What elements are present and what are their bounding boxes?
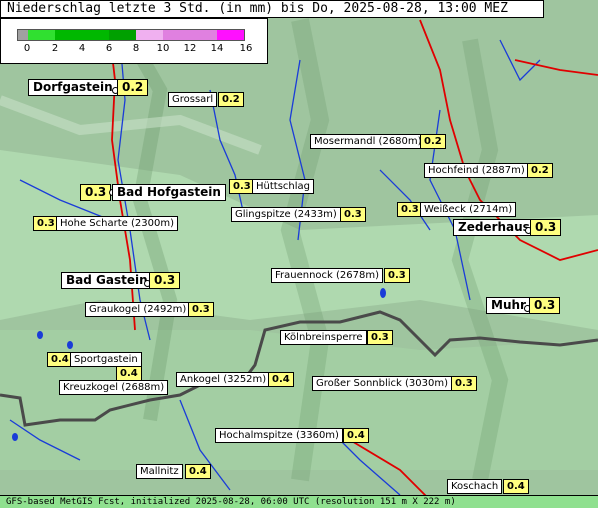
precip-value: 0.3 — [451, 376, 477, 391]
peak-label-graukogel: Graukogel (2492m) — [85, 302, 191, 317]
legend-tick: 0 — [23, 43, 31, 54]
precip-value: 0.4 — [47, 352, 73, 367]
legend-swatch-0-2 — [28, 30, 55, 40]
precip-value: 0.3 — [188, 302, 214, 317]
precip-value: 0.3 — [229, 179, 255, 194]
legend-swatch-6-8 — [109, 30, 136, 40]
precip-value: 0.4 — [268, 372, 294, 387]
place-label-dorfgastein: Dorfgastein — [28, 79, 118, 96]
precip-value: 0.3 — [340, 207, 366, 222]
precip-value: 0.3 — [397, 202, 423, 217]
peak-label-grosser-sonnblick: Großer Sonnblick (3030m) — [312, 376, 453, 391]
precip-value: 0.2 — [527, 163, 553, 178]
peak-label-grossarl: Grossarl — [168, 92, 218, 107]
legend-swatch-4-6 — [82, 30, 109, 40]
legend-swatch-8-10 — [136, 30, 163, 40]
peak-label-hochfeind: Hochfeind (2887m) — [424, 163, 529, 178]
map-title: Niederschlag letzte 3 Std. (in mm) bis D… — [0, 0, 544, 18]
legend-swatch-gray — [18, 30, 28, 40]
precip-value: 0.4 — [116, 366, 142, 381]
peak-label-mosermandl: Mosermandl (2680m) — [310, 134, 426, 149]
place-label-bad-gastein: Bad Gastein — [61, 272, 153, 289]
legend-color-bar — [17, 29, 245, 41]
peak-label-kreuzkogel: Kreuzkogel (2688m) — [59, 380, 169, 395]
precip-value: 0.3 — [529, 297, 561, 314]
precip-value: 0.4 — [343, 428, 369, 443]
legend-tick: 8 — [132, 43, 140, 54]
peak-label-koelnbreinsperre: Kölnbreinsperre — [280, 330, 367, 345]
peak-label-weisseck: Weißeck (2714m) — [420, 202, 517, 217]
place-label-zederhaus: Zederhaus — [453, 219, 535, 236]
precip-value: 0.2 — [218, 92, 244, 107]
precip-value: 0.3 — [384, 268, 410, 283]
legend-tick: 12 — [183, 43, 197, 54]
legend-tick: 16 — [239, 43, 253, 54]
precip-value: 0.4 — [503, 479, 529, 494]
peak-label-glingspitze: Glingspitze (2433m) — [231, 207, 341, 222]
peak-label-koschach: Koschach — [447, 479, 503, 494]
legend-tick: 10 — [156, 43, 170, 54]
precip-value: 0.3 — [367, 330, 393, 345]
precip-value: 0.3 — [530, 219, 562, 236]
precip-value: 0.4 — [185, 464, 211, 479]
precipitation-legend: 0 2 4 6 8 10 12 14 16 — [0, 18, 268, 64]
precip-value: 0.3 — [80, 184, 112, 201]
precip-value: 0.2 — [117, 79, 149, 96]
peak-label-huettschlag: Hüttschlag — [252, 179, 314, 194]
legend-swatch-2-4 — [55, 30, 82, 40]
peak-label-sportgastein: Sportgastein — [70, 352, 142, 367]
peak-label-hohe-scharte: Hohe Scharte (2300m) — [56, 216, 178, 231]
legend-swatch-14-16 — [217, 30, 244, 40]
legend-swatch-12-14 — [190, 30, 217, 40]
peak-label-hochalmspitze: Hochalmspitze (3360m) — [215, 428, 343, 443]
place-label-bad-hofgastein: Bad Hofgastein — [112, 184, 226, 201]
legend-tick: 6 — [105, 43, 113, 54]
legend-tick: 14 — [210, 43, 224, 54]
precip-value: 0.3 — [149, 272, 181, 289]
peak-label-mallnitz: Mallnitz — [136, 464, 183, 479]
peak-label-ankogel: Ankogel (3252m) — [176, 372, 271, 387]
precip-value: 0.2 — [420, 134, 446, 149]
precip-value: 0.3 — [33, 216, 59, 231]
legend-tick: 4 — [78, 43, 86, 54]
peak-label-frauennock: Frauennock (2678m) — [271, 268, 384, 283]
model-info-footer: GFS-based MetGIS Fcst, initialized 2025-… — [0, 495, 598, 508]
legend-swatch-10-12 — [163, 30, 190, 40]
legend-tick: 2 — [51, 43, 59, 54]
